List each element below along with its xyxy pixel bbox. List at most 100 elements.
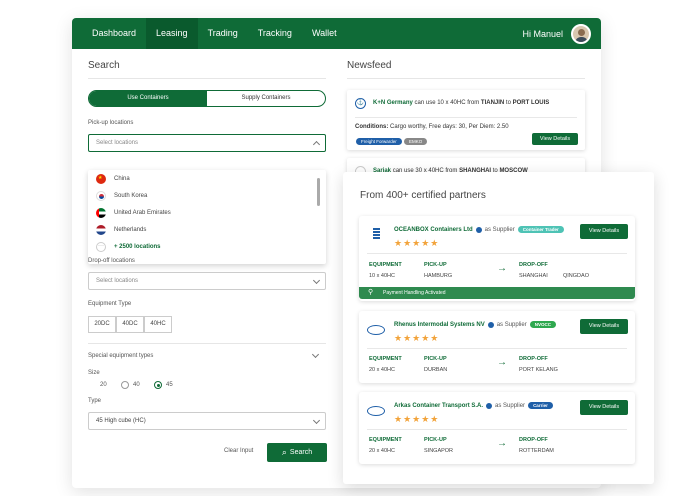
option-label: South Korea xyxy=(114,192,148,199)
dropoff-heading: DROP-OFF xyxy=(519,437,548,443)
pickup-placeholder: Select locations xyxy=(96,140,139,146)
newsfeed-card: ⚓ K+N Germany can use 10 x 40HC from TIA… xyxy=(347,90,585,150)
partner-type-badge: Container Trader xyxy=(517,226,564,233)
nav-trading[interactable]: Trading xyxy=(198,18,248,49)
pickup-select[interactable]: Select locations xyxy=(88,134,326,152)
arrow-right-icon: → xyxy=(497,438,507,449)
view-details-button[interactable]: View Details xyxy=(532,133,578,145)
oceanbox-logo-icon xyxy=(367,228,387,242)
special-equipment-label: Special equipment types xyxy=(88,353,154,359)
partner-type-badge: NVOCC xyxy=(529,321,556,328)
type-label: Type xyxy=(88,398,102,404)
rating-stars: ★★★★★ xyxy=(394,414,440,424)
partner-name[interactable]: Arkas Container Transport S.A. xyxy=(394,403,483,409)
top-nav: Dashboard Leasing Trading Tracking Walle… xyxy=(72,18,601,49)
role-text: as Supplier xyxy=(495,403,526,410)
option-label: China xyxy=(114,175,130,182)
divider xyxy=(88,343,326,344)
size-40-radio[interactable] xyxy=(121,381,129,389)
partner-card: OCEANBOX Containers Ltd as Supplier Contai… xyxy=(359,216,635,301)
dropoff-value: QINGDAO xyxy=(563,273,589,279)
chevron-down-icon[interactable] xyxy=(311,350,320,359)
dropoff-heading: DROP-OFF xyxy=(519,262,548,268)
equipment-label: Equipment Type xyxy=(88,301,132,307)
dropoff-select[interactable]: Select locations xyxy=(88,272,326,290)
feed-to-word: to xyxy=(505,100,511,106)
company-name[interactable]: K+N Germany xyxy=(373,100,413,106)
pickup-value: SINGAPOR xyxy=(424,448,454,454)
use-containers-tab[interactable]: Use Containers xyxy=(89,91,207,106)
partner-card: Arkas Container Transport S.A. as Supplie… xyxy=(359,392,635,464)
dropdown-scrollbar[interactable] xyxy=(317,178,320,206)
verified-icon xyxy=(486,402,493,409)
clear-input-link[interactable]: Clear Input xyxy=(224,448,253,454)
partners-panel: From 400+ certified partners OCEANBOX Co… xyxy=(343,172,654,484)
partner-name[interactable]: Rhenus Intermodal Systems NV xyxy=(394,322,485,328)
option-china[interactable]: ★ China xyxy=(88,170,326,187)
type-value: 45 High cube (HC) xyxy=(96,418,146,424)
rating-stars: ★★★★★ xyxy=(394,333,440,343)
netherlands-flag-icon xyxy=(96,224,106,235)
south-korea-flag-icon xyxy=(96,190,106,201)
feed-from: TIANJIN xyxy=(480,100,505,106)
option-label: Netherlands xyxy=(114,226,147,233)
divider xyxy=(88,78,326,79)
partner-type-badge: Carrier xyxy=(528,402,553,409)
verified-icon xyxy=(487,321,494,328)
type-select[interactable]: 45 High cube (HC) xyxy=(88,412,326,430)
rating-stars: ★★★★★ xyxy=(394,238,440,248)
chevron-down-icon xyxy=(312,276,321,285)
pickup-value: DURBAN xyxy=(424,367,448,373)
dropoff-value: PORT KELANG xyxy=(519,367,558,373)
size-40-label: 40 xyxy=(133,382,140,388)
option-label: United Arab Emirates xyxy=(114,209,171,216)
rhenus-logo-icon xyxy=(367,323,387,337)
supply-containers-tab[interactable]: Supply Containers xyxy=(207,91,325,106)
equipment-heading: EQUIPMENT xyxy=(369,437,402,443)
freight-forwarder-badge: Freight Forwarder xyxy=(356,138,402,145)
equipment-20dc[interactable]: 20DC xyxy=(88,316,116,333)
pickup-value: HAMBURG xyxy=(424,273,453,279)
nav-leasing[interactable]: Leasing xyxy=(146,18,198,49)
pickup-heading: PICK-UP xyxy=(424,262,447,268)
option-uae[interactable]: United Arab Emirates xyxy=(88,204,326,221)
option-more-locations[interactable]: ··· + 2500 locations xyxy=(88,238,326,255)
container-mode-toggle: Use Containers Supply Containers xyxy=(88,90,326,107)
size-45-radio[interactable] xyxy=(154,381,162,389)
role-text: as Supplier xyxy=(496,322,527,329)
partner-name[interactable]: OCEANBOX Containers Ltd xyxy=(394,227,473,233)
company-logo-icon: ⚓ xyxy=(355,98,366,109)
search-button[interactable]: ⌕ Search xyxy=(267,443,327,462)
uae-flag-icon xyxy=(96,207,106,218)
role-text: as Supplier xyxy=(484,227,515,234)
option-south-korea[interactable]: South Korea xyxy=(88,187,326,204)
option-label: + 2500 locations xyxy=(114,243,161,250)
payment-text: Payment Handling Activated xyxy=(383,290,446,296)
equipment-40hc[interactable]: 40HC xyxy=(144,316,172,333)
nav-wallet[interactable]: Wallet xyxy=(302,18,347,49)
view-details-button[interactable]: View Details xyxy=(580,319,628,334)
option-netherlands[interactable]: Netherlands xyxy=(88,221,326,238)
nav-dashboard[interactable]: Dashboard xyxy=(82,18,146,49)
arrow-right-icon: → xyxy=(497,357,507,368)
equipment-value: 20 x 40HC xyxy=(369,448,395,454)
emko-badge: EMKO xyxy=(404,138,428,145)
conditions-label: Conditions: xyxy=(355,124,389,130)
search-button-label: Search xyxy=(289,449,313,456)
chevron-down-icon xyxy=(312,416,321,425)
size-45-label: 45 xyxy=(166,382,173,388)
view-details-button[interactable]: View Details xyxy=(580,224,628,239)
partners-title: From 400+ certified partners xyxy=(360,190,486,201)
feed-text: can use 10 x 40HC from xyxy=(414,100,480,106)
search-icon: ⌕ xyxy=(281,447,287,457)
avatar[interactable] xyxy=(571,23,591,44)
pickup-dropdown: ★ China South Korea United Arab Emirates… xyxy=(88,170,326,264)
size-20-label: 20 xyxy=(100,382,107,388)
nav-tracking[interactable]: Tracking xyxy=(248,18,302,49)
user-greeting[interactable]: Hi Manuel xyxy=(522,29,563,39)
equipment-40dc[interactable]: 40DC xyxy=(116,316,144,333)
view-details-button[interactable]: View Details xyxy=(580,400,628,415)
dropoff-heading: DROP-OFF xyxy=(519,356,548,362)
payment-handling-band: ⚲ Payment Handling Activated xyxy=(359,287,635,299)
verified-icon xyxy=(475,226,482,233)
